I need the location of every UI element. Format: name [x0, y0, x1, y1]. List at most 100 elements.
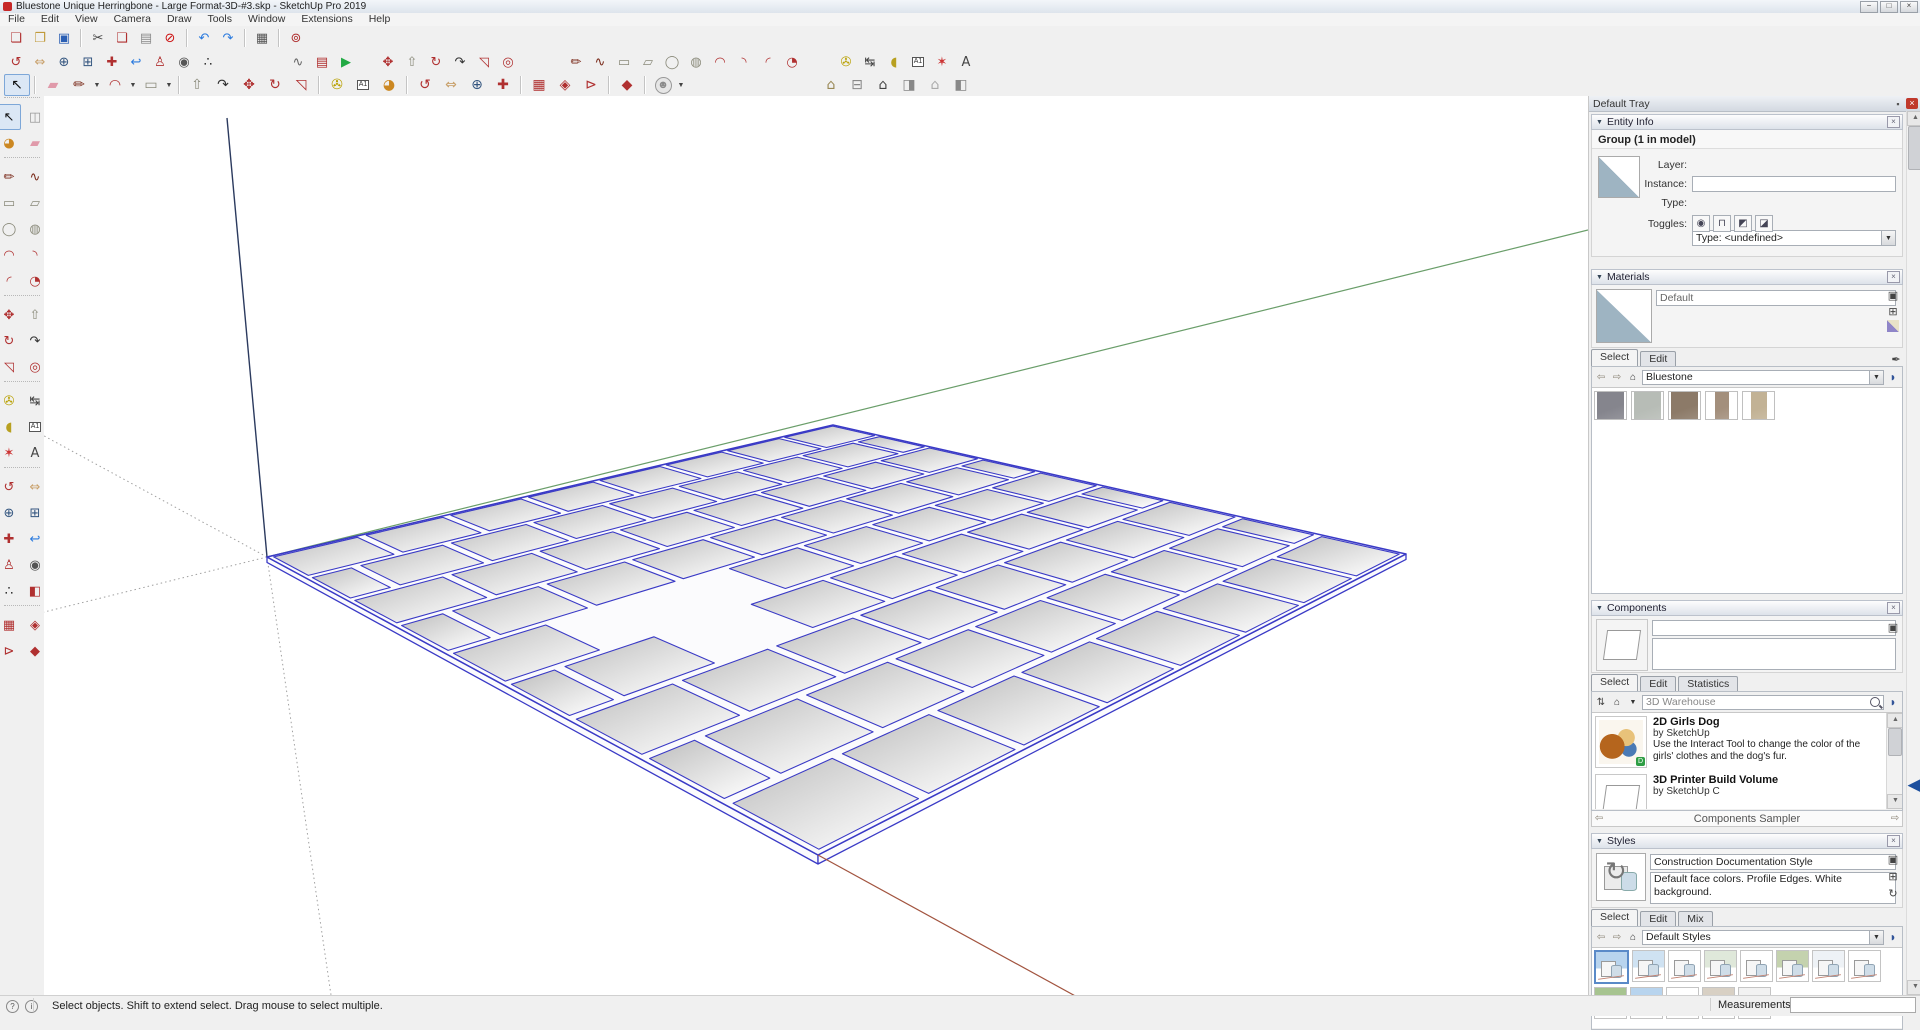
geolocation-icon[interactable]: ?: [6, 1000, 19, 1013]
position-camera-button[interactable]: ♙: [0, 552, 21, 578]
scroll-thumb[interactable]: [1908, 126, 1920, 170]
scroll-down-icon[interactable]: ▼: [1907, 980, 1920, 995]
back-icon[interactable]: ⇦: [1594, 370, 1608, 384]
rotated-rectangle-button[interactable]: ▱: [636, 50, 660, 74]
materials-header[interactable]: ▼ Materials ×: [1591, 269, 1903, 285]
extension-warehouse-button[interactable]: ◆: [614, 74, 640, 96]
protractor-button[interactable]: ◖: [0, 414, 21, 440]
tape-measure-button[interactable]: ✇: [834, 50, 858, 74]
zoom-extents-button[interactable]: ✚: [490, 74, 516, 96]
eyedropper-icon[interactable]: ✒: [1889, 352, 1903, 366]
menu-draw[interactable]: Draw: [159, 13, 200, 26]
components-tab-select[interactable]: Select: [1591, 674, 1638, 691]
rotate-button[interactable]: ↻: [262, 74, 288, 96]
walk-button[interactable]: ∴: [0, 578, 21, 604]
lock-toggle[interactable]: ⊓: [1713, 215, 1731, 232]
line-button[interactable]: ✏: [66, 74, 92, 96]
display-pane-icon[interactable]: ▣: [1886, 852, 1900, 866]
rectangle-button[interactable]: ▭: [138, 74, 164, 96]
menu-window[interactable]: Window: [240, 13, 293, 26]
view-top-button[interactable]: ⊟: [844, 74, 870, 96]
menu-camera[interactable]: Camera: [106, 13, 159, 26]
materials-tab-edit[interactable]: Edit: [1640, 351, 1676, 366]
scroll-down-icon[interactable]: ▼: [1887, 794, 1902, 809]
scale-button[interactable]: ◹: [288, 74, 314, 96]
view-back-button[interactable]: ⌂: [922, 74, 948, 96]
receive-shadows-toggle[interactable]: ◪: [1755, 215, 1773, 232]
freehand-button[interactable]: ∿: [588, 50, 612, 74]
components-header[interactable]: ▼ Components ×: [1591, 600, 1903, 616]
materials-tab-select[interactable]: Select: [1591, 349, 1638, 366]
arc-button[interactable]: ◠: [0, 242, 21, 268]
select-button[interactable]: ↖: [4, 74, 30, 96]
protractor-button[interactable]: ◖: [882, 50, 906, 74]
three-point-arc-button[interactable]: ◜: [756, 50, 780, 74]
entity-info-close-icon[interactable]: ×: [1887, 116, 1900, 128]
menu-view[interactable]: View: [67, 13, 106, 26]
view-left-button[interactable]: ◧: [948, 74, 974, 96]
print-button[interactable]: ▦: [250, 26, 274, 50]
scale-button[interactable]: ◹: [0, 354, 21, 380]
home-icon[interactable]: ⌂: [1626, 370, 1640, 384]
arc-button[interactable]: ◠: [102, 74, 128, 96]
scroll-up-icon[interactable]: ▲: [1907, 111, 1920, 126]
close-button[interactable]: ×: [1900, 1, 1918, 13]
components-close-icon[interactable]: ×: [1887, 602, 1900, 614]
menu-extensions[interactable]: Extensions: [293, 13, 360, 26]
offset-button[interactable]: ◎: [496, 50, 520, 74]
previous-button[interactable]: ↩: [124, 50, 148, 74]
rectangle-caret-button[interactable]: ▼: [164, 75, 174, 95]
follow-me-button[interactable]: ↷: [210, 74, 236, 96]
model-floor-group[interactable]: [267, 425, 1406, 864]
measurements-input[interactable]: [1790, 997, 1916, 1013]
line-button[interactable]: ✏: [564, 50, 588, 74]
arc-button[interactable]: ◠: [708, 50, 732, 74]
refresh-icon[interactable]: ↻: [1886, 886, 1900, 900]
circle-button[interactable]: ◯: [0, 216, 21, 242]
share-component-button[interactable]: ⊳: [578, 74, 604, 96]
home-icon[interactable]: ⌂: [1610, 695, 1624, 709]
style-thumbnail[interactable]: [1668, 950, 1701, 982]
collection-dropdown[interactable]: Bluestone ▼: [1642, 370, 1884, 385]
home-icon[interactable]: ⌂: [1626, 930, 1640, 944]
select-button[interactable]: ↖: [0, 104, 21, 130]
paint-bucket-button[interactable]: ◕: [0, 130, 21, 156]
in-model-icon[interactable]: ◗: [1886, 695, 1900, 709]
three-d-warehouse-button[interactable]: ▦: [526, 74, 552, 96]
model-canvas[interactable]: [44, 96, 1588, 995]
scale-button[interactable]: ◹: [472, 50, 496, 74]
type-dropdown[interactable]: Type: <undefined> ▼: [1692, 230, 1896, 246]
style-thumbnail[interactable]: [1594, 950, 1629, 984]
minimize-button[interactable]: −: [1860, 1, 1878, 13]
component-desc-field[interactable]: [1652, 638, 1896, 670]
model-info-button[interactable]: ⊚: [284, 26, 308, 50]
freehand-select-button[interactable]: ∿: [286, 50, 310, 74]
orbit-button[interactable]: ↺: [0, 474, 21, 500]
text-button[interactable]: A1: [906, 50, 930, 74]
material-swatch[interactable]: [1668, 391, 1701, 420]
follow-me-button[interactable]: ↷: [448, 50, 472, 74]
tape-measure-button[interactable]: ✇: [324, 74, 350, 96]
style-thumbnail[interactable]: [1812, 950, 1845, 982]
styles-collection-dropdown[interactable]: Default Styles ▼: [1642, 930, 1884, 945]
styles-header[interactable]: ▼ Styles ×: [1591, 833, 1903, 849]
create-style-icon[interactable]: ⊞: [1886, 869, 1900, 883]
cut-button[interactable]: ✂: [86, 26, 110, 50]
back-icon[interactable]: ⇦: [1592, 812, 1606, 826]
push-pull-button[interactable]: ⇧: [184, 74, 210, 96]
polygon-button[interactable]: ◍: [684, 50, 708, 74]
in-model-icon[interactable]: ◗: [1886, 930, 1900, 944]
orbit-button[interactable]: ↺: [412, 74, 438, 96]
orbit-button[interactable]: ↺: [4, 50, 28, 74]
maximize-button[interactable]: □: [1880, 1, 1898, 13]
menu-help[interactable]: Help: [361, 13, 399, 26]
entity-info-header[interactable]: ▼ Entity Info ×: [1591, 114, 1903, 130]
sample-swatch-icon[interactable]: [1887, 320, 1899, 332]
run-extension-button[interactable]: ▶: [334, 50, 358, 74]
zoom-extents-button[interactable]: ✚: [0, 526, 21, 552]
styles-tab-edit[interactable]: Edit: [1640, 911, 1676, 926]
view-iso-button[interactable]: ⌂: [818, 74, 844, 96]
style-thumbnail[interactable]: [1776, 950, 1809, 982]
style-thumbnail[interactable]: [1632, 950, 1665, 982]
chevron-down-icon[interactable]: ▼: [1869, 371, 1883, 384]
